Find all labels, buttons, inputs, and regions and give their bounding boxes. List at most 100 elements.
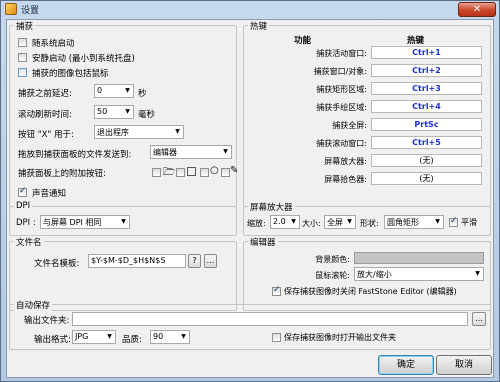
hotkey-row-label: 捕获活动窗口: bbox=[316, 49, 367, 58]
magnifier-icon: ○ bbox=[210, 165, 219, 176]
x-button-select[interactable]: 退出程序 ▼ bbox=[94, 125, 184, 139]
editor-legend: 编辑器 bbox=[248, 236, 278, 248]
close-button[interactable]: ✕ bbox=[458, 2, 496, 17]
shape-select[interactable]: 圆角矩形 ▼ bbox=[384, 215, 444, 229]
size-value: 全屏 bbox=[327, 218, 343, 227]
delay-value: 0 bbox=[97, 86, 103, 95]
zoom-label: 缩放: bbox=[247, 219, 266, 228]
settings-window: 设置 ✕ 捕获 随系统启动 安静启动 (最小到系统托盘) 捕获的图像包括鼠标 捕… bbox=[0, 0, 500, 382]
tray-checkbox[interactable] bbox=[18, 53, 27, 62]
hotkey-field[interactable]: PrtSc bbox=[371, 118, 482, 131]
hotkey-field[interactable]: Ctrl+2 bbox=[371, 64, 482, 77]
magnifier-legend: 屏幕放大器 bbox=[248, 201, 295, 213]
dpi-legend: DPI bbox=[14, 201, 33, 211]
drag-label: 拖放到捕获面板的文件发送到: bbox=[18, 150, 132, 160]
smooth-checkbox[interactable] bbox=[449, 216, 458, 227]
hotkey-field[interactable]: Ctrl+1 bbox=[371, 46, 482, 59]
rectangle-icon bbox=[187, 167, 196, 176]
chevron-down-icon: ▼ bbox=[175, 128, 180, 135]
capture-group: 捕获 随系统启动 安静启动 (最小到系统托盘) 捕获的图像包括鼠标 捕获之前延迟… bbox=[9, 20, 238, 207]
cursor-checkbox[interactable] bbox=[18, 68, 27, 77]
hotkey-field[interactable]: Ctrl+4 bbox=[371, 100, 482, 113]
chevron-down-icon: ▼ bbox=[125, 87, 130, 94]
magnifier-group: 屏幕放大器 缩放: 2.0 ▼ 大小: 全屏 ▼ 形状: 圆角矩形 ▼ 平滑 bbox=[243, 201, 491, 236]
startup-label: 随系统启动 bbox=[32, 39, 75, 49]
wheel-value: 放大/缩小 bbox=[357, 270, 392, 279]
extra-btn-checkbox-4[interactable] bbox=[221, 168, 230, 177]
hotkey-row-label: 捕获矩形区域: bbox=[316, 85, 367, 94]
close-editor-label: 保存捕获图像时关闭 FastStone Editor (编辑器) bbox=[284, 287, 457, 296]
wheel-label: 鼠标滚轮: bbox=[315, 271, 350, 280]
filename-label: 文件名模板: bbox=[34, 259, 80, 269]
cancel-button[interactable]: 取消 bbox=[436, 355, 492, 375]
close-editor-checkbox[interactable] bbox=[272, 285, 281, 296]
autosave-group: 自动保存 输出文件夹: ... 输出格式: JPG ▼ 品质: 90 ▼ 保存捕获图… bbox=[9, 299, 491, 350]
folder-open-icon: 🗁 bbox=[163, 167, 176, 178]
output-format-select[interactable]: JPG ▼ bbox=[72, 330, 116, 344]
extra-btn-checkbox-2[interactable] bbox=[176, 168, 185, 177]
scroll-label: 滚动刷新时间: bbox=[18, 110, 72, 120]
chevron-down-icon: ▼ bbox=[121, 218, 126, 225]
dpi-group: DPI DPI : 与屏幕 DPI 相同 ▼ bbox=[9, 201, 237, 236]
cursor-label: 捕获的图像包括鼠标 bbox=[32, 69, 109, 79]
hotkey-row-label: 屏幕拾色器: bbox=[324, 175, 367, 184]
hotkey-field[interactable]: Ctrl+5 bbox=[371, 136, 482, 149]
hotkey-field[interactable]: (无) bbox=[371, 154, 482, 167]
sound-label: 声音通知 bbox=[32, 189, 67, 199]
dpi-select[interactable]: 与屏幕 DPI 相同 ▼ bbox=[40, 215, 130, 229]
extra-btn-checkbox-3[interactable] bbox=[200, 168, 209, 177]
filename-help-button[interactable]: ? bbox=[188, 254, 201, 268]
scroll-value: 50 bbox=[97, 107, 108, 116]
open-folder-label: 保存捕获图像时打开输出文件夹 bbox=[284, 333, 396, 342]
output-format-value: JPG bbox=[75, 332, 89, 341]
drag-value: 编辑器 bbox=[153, 148, 177, 157]
capture-legend: 捕获 bbox=[14, 20, 36, 32]
scroll-select[interactable]: 50 ▼ bbox=[94, 105, 134, 119]
sound-checkbox[interactable] bbox=[18, 186, 27, 197]
hotkey-column-header: 热键 bbox=[407, 36, 425, 46]
bg-color-label: 背景颜色: bbox=[315, 255, 350, 264]
filename-more-button[interactable]: ... bbox=[204, 254, 217, 268]
extra-buttons-label: 捕获面板上的附加按钮: bbox=[18, 169, 106, 179]
hotkey-row-label: 屏幕放大器: bbox=[324, 157, 367, 166]
autosave-legend: 自动保存 bbox=[14, 299, 53, 311]
x-button-value: 退出程序 bbox=[97, 128, 129, 137]
drag-select[interactable]: 编辑器 ▼ bbox=[150, 145, 232, 159]
ok-button[interactable]: 确定 bbox=[378, 355, 434, 375]
open-folder-checkbox[interactable] bbox=[272, 333, 281, 342]
quality-select[interactable]: 90 ▼ bbox=[150, 330, 190, 344]
browse-folder-button[interactable]: ... bbox=[472, 312, 486, 326]
hotkey-row-label: 捕获窗口/对象: bbox=[313, 67, 367, 76]
zoom-value: 2.0 bbox=[273, 217, 286, 226]
filename-template-input[interactable]: $Y-$M-$D_$H$N$S bbox=[88, 254, 186, 268]
hotkey-row-label: 捕获滚动窗口: bbox=[316, 139, 367, 148]
dpi-value: 与屏幕 DPI 相同 bbox=[43, 218, 102, 227]
wheel-select[interactable]: 放大/缩小 ▼ bbox=[354, 267, 484, 281]
zoom-select[interactable]: 2.0 ▼ bbox=[270, 215, 300, 229]
chevron-down-icon: ▼ bbox=[223, 148, 228, 155]
function-column-header: 功能 bbox=[294, 36, 312, 46]
tray-label: 安静启动 (最小到系统托盘) bbox=[32, 54, 135, 64]
title-bar: 设置 ✕ bbox=[1, 1, 499, 18]
x-button-label: 按钮 "X" 用于: bbox=[18, 130, 74, 140]
filename-legend: 文件名 bbox=[14, 236, 44, 248]
hotkey-field[interactable]: (无) bbox=[371, 172, 482, 185]
hotkey-row-label: 捕获手绘区域: bbox=[316, 103, 367, 112]
chevron-down-icon: ▼ bbox=[475, 270, 480, 277]
size-select[interactable]: 全屏 ▼ bbox=[324, 215, 356, 229]
bg-color-swatch[interactable] bbox=[354, 252, 484, 264]
chevron-down-icon: ▼ bbox=[435, 218, 440, 225]
extra-btn-checkbox-1[interactable] bbox=[152, 168, 161, 177]
startup-checkbox[interactable] bbox=[18, 38, 27, 47]
hotkey-field[interactable]: Ctrl+3 bbox=[371, 82, 482, 95]
scroll-unit: 毫秒 bbox=[138, 110, 156, 120]
output-format-label: 输出格式: bbox=[34, 335, 71, 345]
hotkeys-legend: 热键 bbox=[248, 20, 270, 32]
delay-select[interactable]: 0 ▼ bbox=[94, 84, 134, 98]
hotkey-row-label: 捕获全屏: bbox=[332, 121, 367, 130]
output-folder-input[interactable] bbox=[72, 312, 468, 326]
shape-label: 形状: bbox=[360, 219, 379, 228]
dpi-label: DPI : bbox=[16, 218, 36, 228]
editor-group: 编辑器 背景颜色: 鼠标滚轮: 放大/缩小 ▼ 保存捕获图像时关闭 FastSto… bbox=[243, 236, 491, 311]
delay-label: 捕获之前延迟: bbox=[18, 89, 72, 99]
